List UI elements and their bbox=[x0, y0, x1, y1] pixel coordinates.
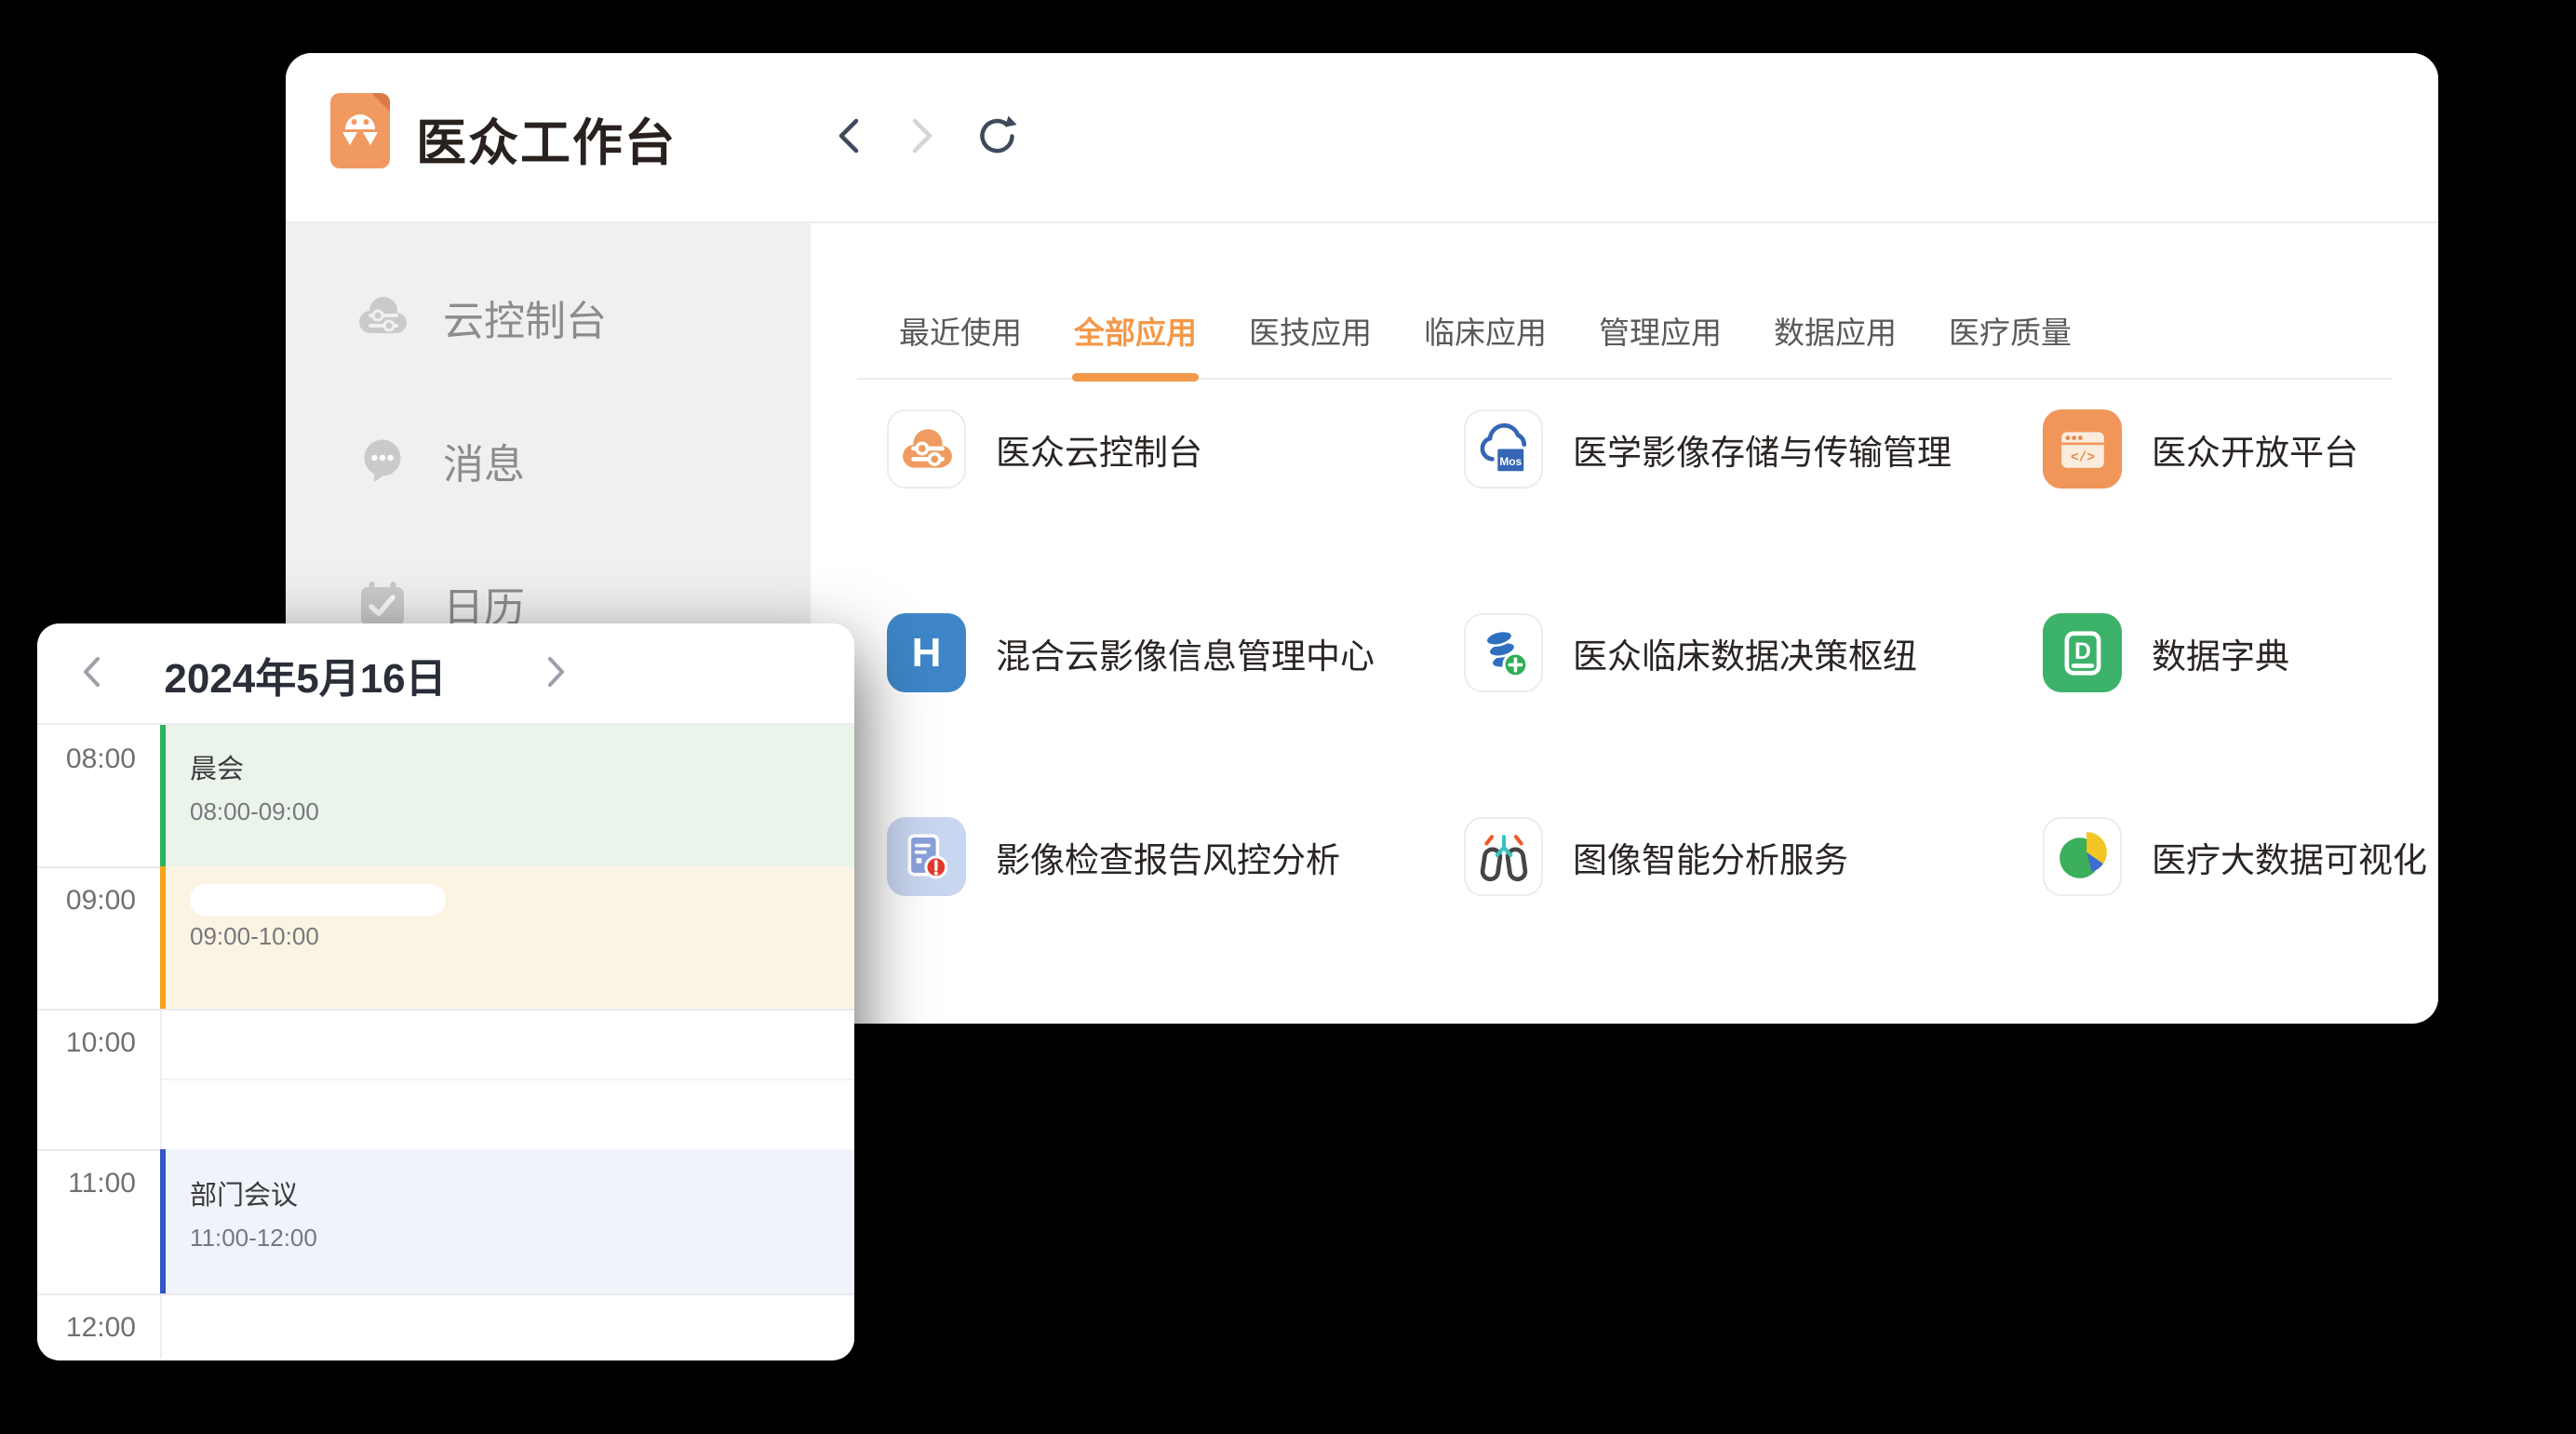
app-label: 医众开放平台 bbox=[2152, 424, 2358, 475]
app-logo bbox=[330, 93, 390, 168]
window-title: 医众工作台 bbox=[416, 53, 677, 223]
app-label: 医学影像存储与传输管理 bbox=[1573, 424, 1952, 475]
calendar-day-view: 08:00 09:00 10:00 11:00 12:00 晨会 08:00-0… bbox=[37, 725, 854, 1359]
half-hour-gridline bbox=[162, 1079, 854, 1080]
app-pacs[interactable]: Mos 医学影像存储与传输管理 bbox=[1464, 409, 1952, 489]
event-time: 08:00-09:00 bbox=[190, 797, 854, 826]
pacs-badge-text: Mos bbox=[1499, 455, 1522, 468]
event-title: 晨会 bbox=[190, 747, 854, 786]
app-label: 医疗大数据可视化 bbox=[2152, 832, 2427, 882]
time-label: 11:00 bbox=[37, 1168, 136, 1199]
pie-chart-icon bbox=[2043, 817, 2122, 896]
app-report-risk-analysis[interactable]: 影像检查报告风控分析 bbox=[887, 817, 1340, 896]
event-time: 09:00-10:00 bbox=[190, 922, 854, 951]
tab-clinical-apps[interactable]: 临床应用 bbox=[1424, 315, 1547, 352]
tab-quality[interactable]: 医疗质量 bbox=[1949, 315, 2072, 352]
clinical-data-hub-icon bbox=[1464, 613, 1543, 692]
cloud-console-icon bbox=[356, 291, 409, 343]
app-cloud-console[interactable]: 医众云控制台 bbox=[887, 409, 1202, 489]
time-label: 09:00 bbox=[37, 885, 136, 917]
chevron-left-icon bbox=[838, 117, 860, 159]
time-label: 10:00 bbox=[37, 1027, 136, 1059]
sidebar-item-label: 云控制台 bbox=[443, 288, 607, 347]
tab-bar: 最近使用 全部应用 医技应用 临床应用 管理应用 数据应用 医疗质量 bbox=[899, 305, 2072, 361]
chevron-right-icon bbox=[911, 117, 933, 159]
time-label: 12:00 bbox=[37, 1312, 136, 1344]
tab-medtech-apps[interactable]: 医技应用 bbox=[1249, 315, 1372, 352]
calendar-panel: 2024年5月16日 08:00 09:00 10:00 11:00 12:00… bbox=[37, 623, 854, 1360]
app-hybrid-cloud-imaging[interactable]: H 混合云影像信息管理中心 bbox=[887, 613, 1375, 692]
forward-button[interactable] bbox=[905, 118, 940, 159]
data-dictionary-icon: D bbox=[2043, 613, 2122, 692]
tab-recent[interactable]: 最近使用 bbox=[899, 315, 1022, 352]
calendar-next-button[interactable] bbox=[529, 623, 584, 725]
hour-gridline bbox=[37, 1293, 854, 1295]
app-label: 混合云影像信息管理中心 bbox=[996, 628, 1375, 678]
app-label: 医众临床数据决策枢纽 bbox=[1573, 628, 1917, 678]
report-risk-icon bbox=[887, 817, 966, 896]
event-title: 部门会议 bbox=[190, 1173, 854, 1213]
chevron-left-icon bbox=[80, 653, 102, 695]
event-time: 11:00-12:00 bbox=[190, 1224, 854, 1253]
sidebar-item-messages[interactable]: 消息 bbox=[356, 428, 525, 493]
calendar-header: 2024年5月16日 bbox=[37, 623, 854, 725]
app-open-platform[interactable]: </> 医众开放平台 bbox=[2043, 409, 2358, 489]
chevron-right-icon bbox=[545, 653, 568, 695]
calendar-icon bbox=[356, 578, 409, 630]
app-label: 影像检查报告风控分析 bbox=[996, 832, 1340, 882]
calendar-prev-button[interactable] bbox=[63, 623, 119, 725]
tab-data-apps[interactable]: 数据应用 bbox=[1774, 315, 1897, 352]
time-label: 08:00 bbox=[37, 744, 136, 775]
window-header: 医众工作台 bbox=[286, 53, 2438, 223]
app-clinical-data-hub[interactable]: 医众临床数据决策枢纽 bbox=[1464, 613, 1917, 692]
sidebar-item-label: 消息 bbox=[443, 431, 525, 490]
open-platform-icon: </> bbox=[2043, 409, 2122, 489]
code-glyph: </> bbox=[2070, 450, 2094, 465]
message-icon bbox=[356, 435, 409, 487]
desktop-background: 医众工作台 bbox=[0, 0, 2576, 1434]
app-bigdata-visualization[interactable]: 医疗大数据可视化 bbox=[2043, 817, 2427, 896]
calendar-date: 2024年5月16日 bbox=[119, 623, 491, 725]
pacs-cloud-icon: Mos bbox=[1464, 409, 1543, 489]
sidebar-item-cloud-console[interactable]: 云控制台 bbox=[356, 285, 607, 350]
tab-admin-apps[interactable]: 管理应用 bbox=[1599, 315, 1722, 352]
app-image-ai-analysis[interactable]: 图像智能分析服务 bbox=[1464, 817, 1848, 896]
app-label: 图像智能分析服务 bbox=[1573, 832, 1848, 882]
event-department-meeting[interactable]: 部门会议 11:00-12:00 bbox=[160, 1149, 854, 1293]
app-data-dictionary[interactable]: D 数据字典 bbox=[2043, 613, 2289, 692]
refresh-icon bbox=[974, 114, 1017, 162]
back-button[interactable] bbox=[831, 118, 866, 159]
hybrid-cloud-icon: H bbox=[887, 613, 966, 692]
hour-gridline bbox=[37, 1009, 854, 1011]
app-content: 最近使用 全部应用 医技应用 临床应用 管理应用 数据应用 医疗质量 bbox=[811, 223, 2438, 1022]
h-glyph: H bbox=[912, 630, 942, 677]
redacted-title-pill bbox=[190, 884, 446, 916]
refresh-button[interactable] bbox=[978, 118, 1013, 159]
lungs-ai-icon bbox=[1464, 817, 1543, 896]
d-glyph: D bbox=[2074, 638, 2091, 664]
app-label: 数据字典 bbox=[2152, 628, 2289, 678]
event-morning-meeting[interactable]: 晨会 08:00-09:00 bbox=[160, 725, 854, 866]
tab-all-apps[interactable]: 全部应用 bbox=[1074, 315, 1197, 352]
event-redacted[interactable]: 09:00-10:00 bbox=[160, 866, 854, 1009]
app-label: 医众云控制台 bbox=[996, 424, 1202, 475]
window-nav bbox=[831, 53, 1013, 223]
cloud-console-icon bbox=[887, 409, 966, 489]
